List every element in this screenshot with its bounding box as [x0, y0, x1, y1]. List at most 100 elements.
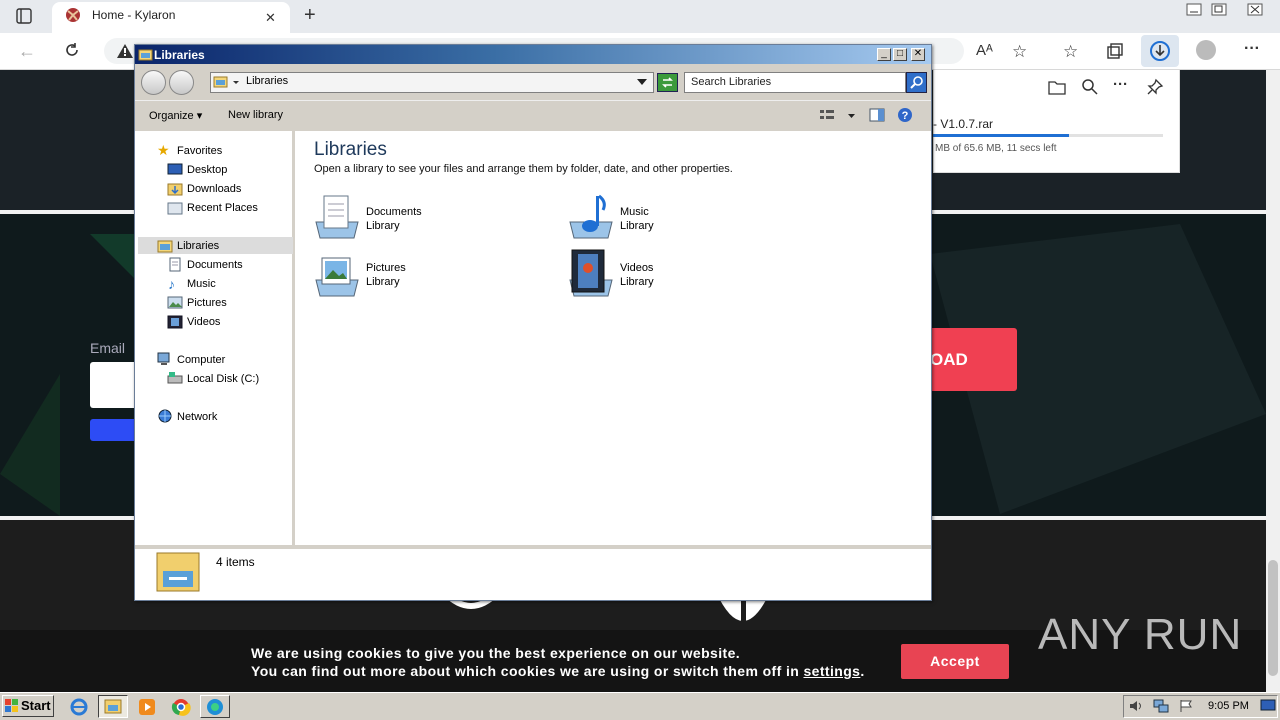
desktop-icon — [167, 163, 183, 176]
download-progress-fill — [933, 134, 1069, 137]
documents-library-icon[interactable] — [312, 192, 362, 242]
close-tab-icon[interactable]: ✕ — [265, 10, 276, 26]
content-title: Libraries — [314, 139, 387, 160]
submit-button[interactable] — [90, 419, 138, 441]
add-favorite-icon[interactable]: ☆ — [1012, 42, 1027, 62]
view-options-icon[interactable] — [818, 107, 860, 123]
read-aloud-icon[interactable]: Aᴬ — [976, 42, 993, 59]
cookie-settings-link[interactable]: settings — [803, 663, 860, 679]
explorer-title: Libraries — [154, 48, 205, 62]
back-button[interactable] — [141, 70, 166, 95]
tab-title: Home - Kylaron — [92, 8, 176, 22]
accept-cookies-button[interactable]: Accept — [901, 644, 1009, 679]
libraries-icon — [213, 75, 241, 89]
library-documents[interactable]: Documents Library — [366, 205, 422, 233]
pictures-library-icon[interactable] — [312, 250, 362, 300]
email-label: Email — [90, 340, 126, 356]
network-tray-icon[interactable] — [1153, 699, 1169, 713]
nav-local-disk[interactable]: Local Disk (C:) — [187, 373, 259, 385]
taskbar-edge[interactable] — [200, 695, 230, 718]
library-name: Documents — [366, 206, 422, 218]
refresh-go-icon[interactable] — [657, 73, 678, 92]
download-status: MB of 65.6 MB, 11 secs left — [935, 143, 1057, 154]
chrome-icon[interactable] — [171, 697, 191, 717]
anyrun-watermark: ANY RUN — [1038, 610, 1243, 659]
library-music[interactable]: Music Library — [620, 205, 654, 233]
library-pictures[interactable]: Pictures Library — [366, 261, 406, 289]
music-library-icon[interactable] — [566, 192, 616, 242]
download-cta-button[interactable]: OAD — [928, 328, 1017, 391]
profile-avatar[interactable] — [1196, 40, 1216, 60]
nav-documents[interactable]: Documents — [187, 259, 243, 271]
download-file-name[interactable]: - V1.0.7.rar — [933, 117, 993, 131]
library-name: Pictures — [366, 262, 406, 274]
library-type: Library — [366, 276, 400, 288]
open-folder-icon[interactable] — [1048, 79, 1066, 95]
scrollbar-thumb[interactable] — [1268, 560, 1278, 676]
cookie-line-2-text: You can find out more about which cookie… — [251, 663, 804, 679]
collections-icon[interactable] — [1106, 42, 1124, 60]
nav-pictures[interactable]: Pictures — [187, 297, 227, 309]
media-player-icon[interactable] — [137, 697, 157, 717]
library-videos[interactable]: Videos Library — [620, 261, 654, 289]
search-icon[interactable] — [1081, 78, 1099, 96]
content-description: Open a library to see your files and arr… — [314, 163, 733, 175]
action-center-flag-icon[interactable] — [1178, 699, 1194, 713]
site-favicon-icon — [65, 7, 81, 23]
address-path[interactable]: Libraries — [246, 75, 288, 87]
recent-places-icon — [167, 201, 183, 215]
nav-favorites[interactable]: Favorites — [177, 145, 222, 157]
cookie-message: We are using cookies to give you the bes… — [251, 644, 865, 680]
nav-music[interactable]: Music — [187, 278, 216, 290]
nav-libraries[interactable]: Libraries — [177, 240, 219, 252]
nav-network[interactable]: Network — [177, 411, 217, 423]
new-tab-icon[interactable]: + — [304, 4, 316, 27]
more-options-icon[interactable]: ··· — [1244, 40, 1260, 58]
nav-videos[interactable]: Videos — [187, 316, 220, 328]
library-type: Library — [620, 220, 654, 232]
nav-desktop[interactable]: Desktop — [187, 164, 227, 176]
email-input[interactable] — [90, 362, 138, 408]
refresh-icon[interactable] — [63, 41, 81, 59]
preview-pane-icon[interactable] — [869, 108, 885, 122]
downloads-button[interactable] — [1141, 35, 1179, 67]
warning-icon[interactable] — [116, 43, 134, 59]
nav-recent-places[interactable]: Recent Places — [187, 202, 258, 214]
libraries-title-icon — [138, 47, 153, 61]
new-library-button[interactable]: New library — [228, 109, 283, 121]
maximize-button[interactable]: □ — [893, 48, 907, 61]
videos-library-icon[interactable] — [566, 248, 616, 298]
explorer-title-bar[interactable] — [135, 45, 931, 64]
star-icon: ★ — [157, 142, 170, 158]
cookie-line-1: We are using cookies to give you the bes… — [251, 645, 741, 661]
nav-computer[interactable]: Computer — [177, 354, 225, 366]
tab-actions-icon[interactable] — [16, 8, 32, 24]
cookie-line-2-end: . — [860, 663, 865, 679]
libraries-nav-icon — [157, 239, 173, 253]
more-icon[interactable]: ··· — [1113, 76, 1128, 93]
back-icon[interactable]: ← — [18, 41, 36, 62]
taskbar-explorer[interactable] — [98, 695, 128, 718]
videos-icon — [167, 315, 183, 329]
address-dropdown-icon[interactable] — [637, 79, 647, 85]
pin-icon[interactable] — [1146, 78, 1164, 96]
cookie-line-2: You can find out more about which cookie… — [251, 662, 865, 680]
organize-button[interactable]: Organize ▾ — [149, 109, 202, 122]
music-icon: ♪ — [168, 276, 175, 292]
close-button[interactable]: ✕ — [911, 48, 925, 61]
window-controls — [1184, 2, 1280, 16]
help-icon[interactable]: ? — [897, 107, 913, 123]
volume-icon[interactable] — [1128, 699, 1144, 713]
internet-explorer-icon[interactable] — [69, 697, 89, 717]
nav-downloads[interactable]: Downloads — [187, 183, 241, 195]
forward-button[interactable] — [169, 70, 194, 95]
network-icon — [157, 409, 173, 423]
libraries-large-icon — [155, 549, 201, 593]
library-type: Library — [620, 276, 654, 288]
favorites-icon[interactable]: ☆ — [1063, 42, 1078, 62]
show-desktop-icon[interactable] — [1260, 698, 1276, 712]
search-icon[interactable] — [906, 72, 927, 93]
item-count: 4 items — [216, 555, 255, 569]
start-label: Start — [21, 698, 51, 713]
minimize-button[interactable]: _ — [877, 48, 891, 61]
